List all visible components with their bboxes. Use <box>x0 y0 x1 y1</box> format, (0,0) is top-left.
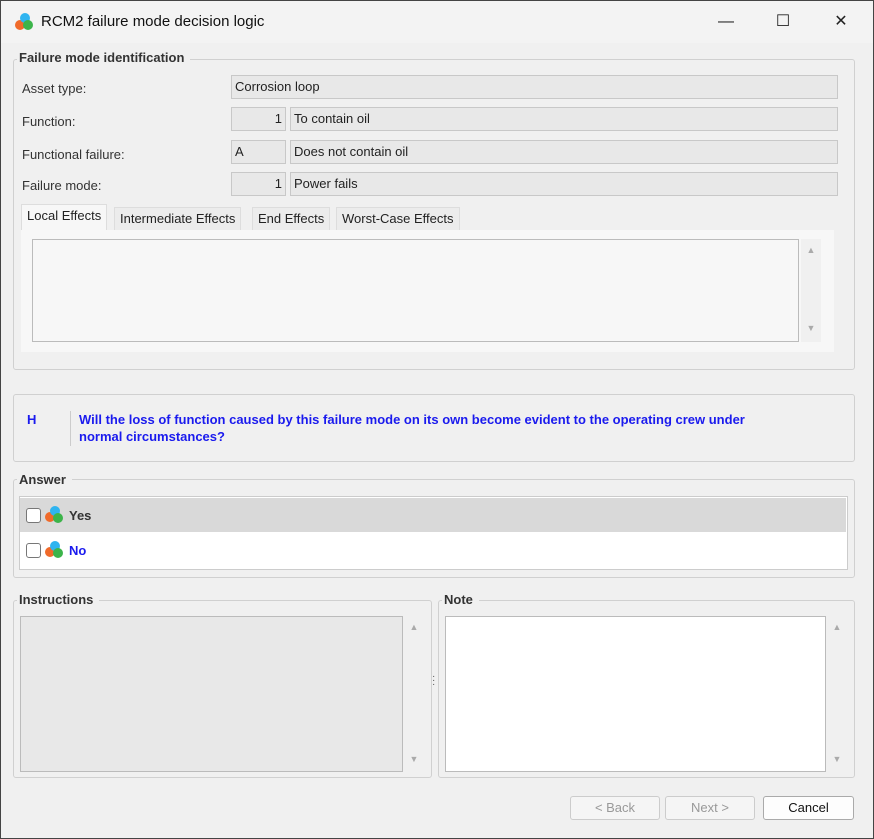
tab-end-effects[interactable]: End Effects <box>252 207 331 231</box>
answer-option-no[interactable]: No <box>20 533 846 567</box>
instructions-legend: Instructions <box>17 592 100 607</box>
failure-mode-code-field[interactable]: 1 <box>231 172 286 196</box>
note-legend: Note <box>442 592 479 607</box>
function-field[interactable]: To contain oil <box>290 107 838 131</box>
tab-local-effects[interactable]: Local Effects <box>21 204 108 231</box>
maximize-button[interactable]: ☐ <box>768 9 798 35</box>
minimize-button[interactable]: — <box>711 9 741 35</box>
close-button[interactable]: ✕ <box>826 9 856 35</box>
instructions-scrollbar[interactable]: ▲ ▼ <box>404 616 424 772</box>
function-label: Function: <box>22 114 76 129</box>
window-title: RCM2 failure mode decision logic <box>41 13 265 30</box>
option-icon <box>45 541 63 558</box>
failure-mode-field[interactable]: Power fails <box>290 172 838 196</box>
failure-mode-label: Failure mode: <box>22 178 102 193</box>
no-label: No <box>69 542 87 558</box>
next-button[interactable]: Next > <box>665 796 755 820</box>
asset-type-field[interactable]: Corrosion loop <box>231 75 838 99</box>
yes-checkbox[interactable] <box>26 507 41 523</box>
cancel-button[interactable]: Cancel <box>763 796 854 820</box>
answer-legend: Answer <box>17 472 72 487</box>
function-code-field[interactable]: 1 <box>231 107 286 131</box>
effects-textarea[interactable] <box>32 239 799 342</box>
note-textarea[interactable] <box>445 616 826 772</box>
tab-worst-case-effects[interactable]: Worst-Case Effects <box>336 207 460 231</box>
asset-type-label: Asset type: <box>22 81 87 96</box>
functional-failure-code-field[interactable]: A <box>231 140 286 164</box>
answer-option-yes[interactable]: Yes <box>20 498 846 532</box>
note-scrollbar[interactable]: ▲ ▼ <box>827 616 847 772</box>
question-divider <box>70 411 71 446</box>
option-icon <box>45 506 63 523</box>
app-logo-icon <box>15 13 33 30</box>
no-checkbox[interactable] <box>26 542 41 558</box>
instructions-textarea[interactable] <box>20 616 403 772</box>
question-text: Will the loss of function caused by this… <box>79 412 745 444</box>
splitter-handle[interactable]: · · · <box>432 672 436 690</box>
effects-scrollbar[interactable]: ▲ ▼ <box>801 239 821 342</box>
tab-intermediate-effects[interactable]: Intermediate Effects <box>114 207 242 231</box>
yes-label: Yes <box>69 507 92 523</box>
back-button[interactable]: < Back <box>570 796 660 820</box>
functional-failure-label: Functional failure: <box>22 147 125 162</box>
identification-legend: Failure mode identification <box>17 50 191 65</box>
question-code: H <box>27 412 37 427</box>
functional-failure-field[interactable]: Does not contain oil <box>290 140 838 164</box>
